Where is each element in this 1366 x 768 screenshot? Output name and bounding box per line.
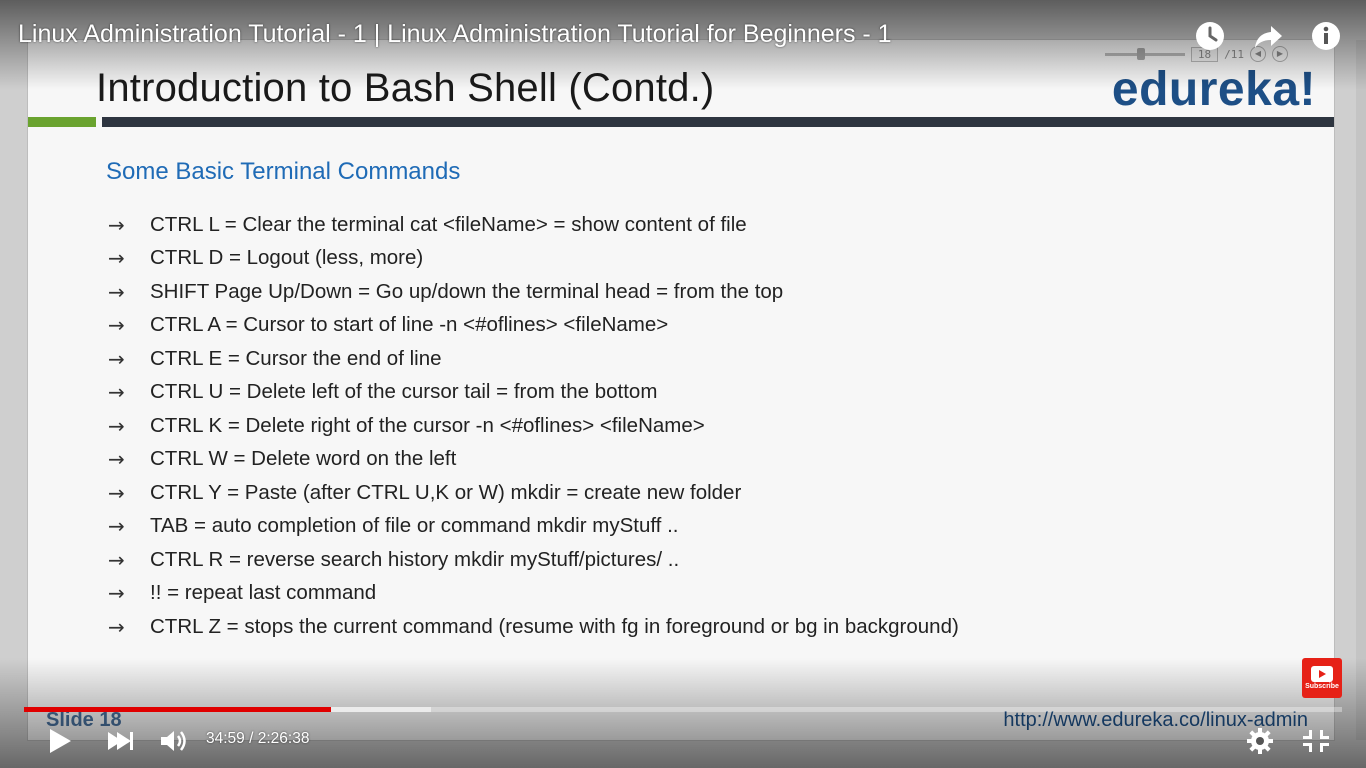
fullscreen-button[interactable] <box>1296 720 1336 762</box>
fullscreen-icon <box>1303 730 1329 752</box>
command-text: CTRL A = Cursor to start of line -n <#of… <box>150 313 669 337</box>
list-item: → CTRL K = Delete right of the cursor -n … <box>108 409 959 443</box>
volume-button[interactable] <box>156 720 192 762</box>
video-title[interactable]: Linux Administration Tutorial - 1 | Linu… <box>18 20 892 49</box>
command-text: CTRL R = reverse search history mkdir my… <box>150 547 680 571</box>
video-player[interactable]: 18 /11 ◀ ▶ Introduction to Bash Shell (C… <box>0 0 1366 768</box>
list-item: → !! = repeat last command <box>108 577 959 611</box>
list-item: → TAB = auto completion of file or comman… <box>108 510 959 544</box>
arrow-bullet-icon: → <box>108 547 125 572</box>
settings-icon <box>1247 728 1273 754</box>
arrow-bullet-icon: → <box>108 380 125 405</box>
arrow-bullet-icon: → <box>108 313 125 338</box>
arrow-bullet-icon: → <box>108 581 125 606</box>
slide-title: Introduction to Bash Shell (Contd.) <box>96 66 715 110</box>
list-item: → CTRL R = reverse search history mkdir m… <box>108 543 959 577</box>
list-item: → CTRL W = Delete word on the left <box>108 443 959 477</box>
volume-icon <box>161 731 186 751</box>
arrow-bullet-icon: → <box>108 480 125 505</box>
command-text: CTRL W = Delete word on the left <box>150 447 457 471</box>
list-item: → CTRL A = Cursor to start of line -n <#o… <box>108 309 959 343</box>
play-icon <box>50 729 71 753</box>
duration: 2:26:38 <box>257 730 310 747</box>
command-text: CTRL Y = Paste (after CTRL U,K or W) mkd… <box>150 480 742 504</box>
arrow-bullet-icon: → <box>108 413 125 438</box>
info-icon[interactable] <box>1308 18 1344 54</box>
arrow-bullet-icon: → <box>108 246 125 271</box>
current-time: 34:59 <box>206 730 245 747</box>
list-item: → CTRL Z = stops the current command (res… <box>108 610 959 644</box>
slide: 18 /11 ◀ ▶ Introduction to Bash Shell (C… <box>28 40 1334 740</box>
command-text: !! = repeat last command <box>150 581 377 605</box>
time-separator: / <box>249 730 254 747</box>
arrow-bullet-icon: → <box>108 447 125 472</box>
watch-later-icon[interactable] <box>1192 18 1228 54</box>
command-text: CTRL D = Logout (less, more) <box>150 246 424 270</box>
next-icon <box>108 732 133 750</box>
subscribe-button[interactable]: Subscribe <box>1302 658 1342 698</box>
time-display: 34:59 / 2:26:38 <box>206 730 309 748</box>
progress-played <box>24 707 332 712</box>
command-text: SHIFT Page Up/Down = Go up/down the term… <box>150 279 784 303</box>
arrow-bullet-icon: → <box>108 212 125 237</box>
list-item: → CTRL L = Clear the terminal cat <fileNa… <box>108 208 959 242</box>
arrow-bullet-icon: → <box>108 614 125 639</box>
arrow-bullet-icon: → <box>108 514 125 539</box>
subscribe-label: Subscribe <box>1305 683 1339 690</box>
section-heading: Some Basic Terminal Commands <box>106 158 461 185</box>
command-text: CTRL L = Clear the terminal cat <fileNam… <box>150 212 747 236</box>
list-item: → CTRL D = Logout (less, more) <box>108 242 959 276</box>
top-icon-bar <box>1192 18 1344 54</box>
list-item: → SHIFT Page Up/Down = Go up/down the ter… <box>108 275 959 309</box>
edureka-logo: edureka! <box>1111 63 1316 116</box>
youtube-play-icon <box>1311 666 1333 682</box>
command-text: CTRL U = Delete left of the cursor tail … <box>150 380 658 404</box>
command-text: CTRL Z = stops the current command (resu… <box>150 614 959 638</box>
next-button[interactable] <box>100 720 140 762</box>
title-rule-accent <box>28 117 96 127</box>
share-icon[interactable] <box>1250 18 1286 54</box>
title-rule <box>102 117 1334 127</box>
play-button[interactable] <box>40 720 80 762</box>
command-text: TAB = auto completion of file or command… <box>150 514 679 538</box>
list-item: → CTRL Y = Paste (after CTRL U,K or W) mk… <box>108 476 959 510</box>
viewer-scrollbar <box>1356 40 1366 740</box>
command-text: CTRL K = Delete right of the cursor -n <… <box>150 413 705 437</box>
list-item: → CTRL U = Delete left of the cursor tail… <box>108 376 959 410</box>
arrow-bullet-icon: → <box>108 346 125 371</box>
command-list: → CTRL L = Clear the terminal cat <fileNa… <box>108 208 959 644</box>
command-text: CTRL E = Cursor the end of line <box>150 346 442 370</box>
settings-button[interactable] <box>1242 720 1278 762</box>
list-item: → CTRL E = Cursor the end of line <box>108 342 959 376</box>
zoom-slider <box>1104 47 1185 60</box>
arrow-bullet-icon: → <box>108 279 125 304</box>
progress-bar[interactable] <box>24 707 1342 712</box>
control-bar: 34:59 / 2:26:38 <box>0 720 1366 762</box>
